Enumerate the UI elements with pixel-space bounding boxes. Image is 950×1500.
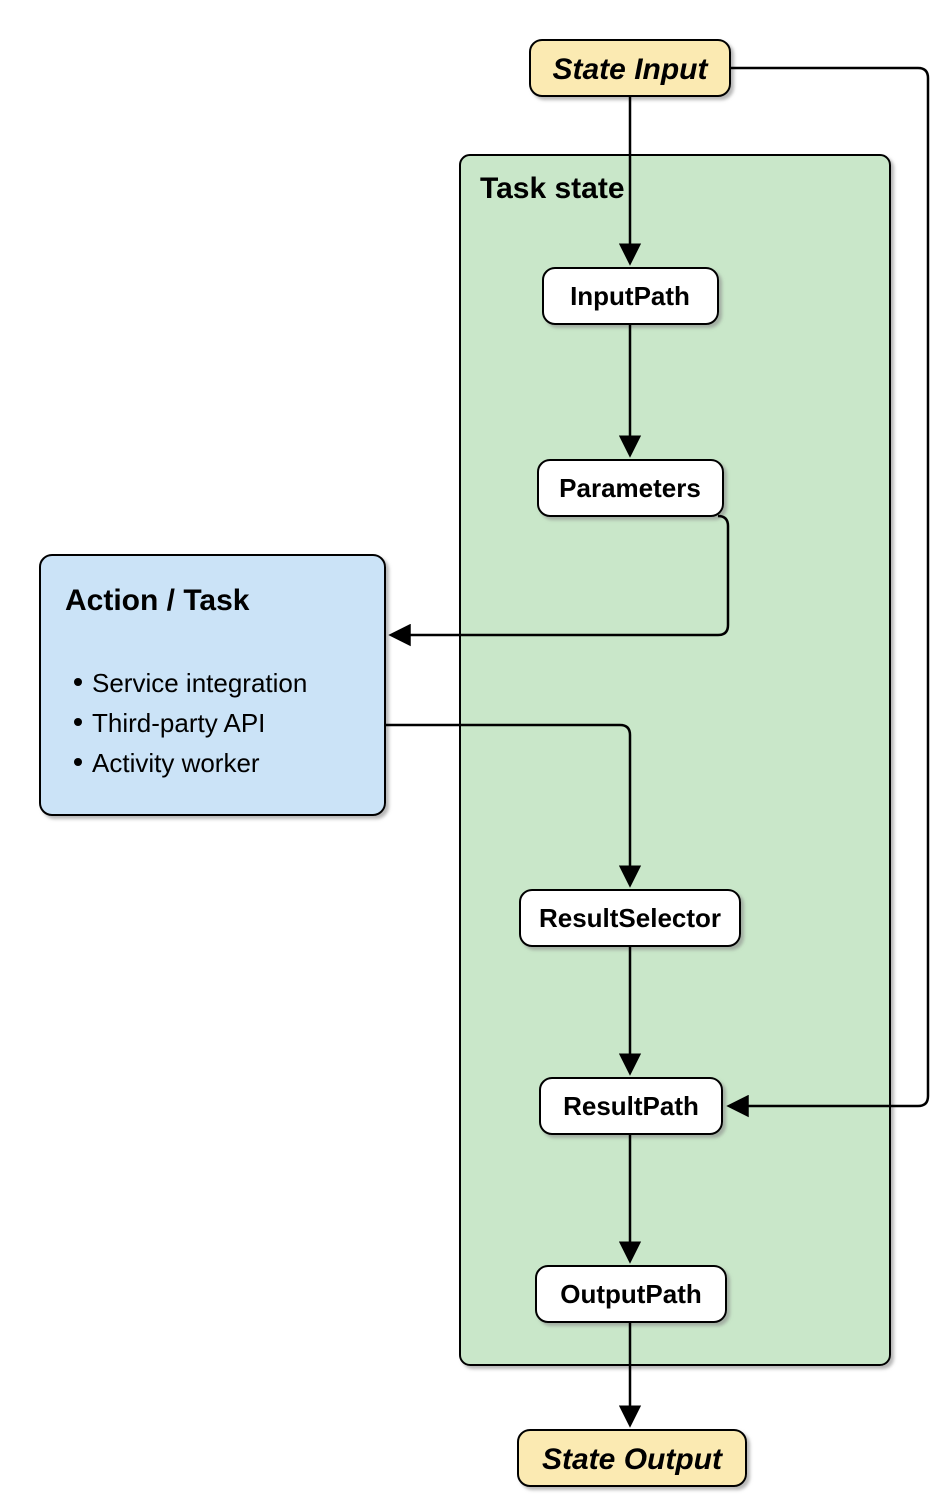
task-state-container: Task state	[460, 155, 890, 1365]
result-path-label: ResultPath	[563, 1091, 699, 1121]
action-task-bullet-1: Third-party API	[74, 708, 265, 738]
state-input-label: State Input	[553, 53, 710, 86]
state-input-box: State Input	[530, 40, 730, 96]
parameters-box: Parameters	[538, 460, 723, 516]
action-task-bullet-0-text: Service integration	[92, 668, 307, 698]
input-path-box: InputPath	[543, 268, 718, 324]
state-output-box: State Output	[518, 1430, 746, 1486]
action-task-bullet-2: Activity worker	[74, 748, 260, 778]
parameters-label: Parameters	[559, 473, 701, 503]
input-path-label: InputPath	[570, 281, 690, 311]
action-task-bullet-0: Service integration	[74, 668, 307, 698]
action-task-bullet-1-text: Third-party API	[92, 708, 265, 738]
action-task-bullet-2-text: Activity worker	[92, 748, 260, 778]
result-path-box: ResultPath	[540, 1078, 722, 1134]
task-state-title: Task state	[480, 172, 625, 205]
state-flow-diagram: Task state State Input InputPath Paramet…	[0, 0, 950, 1500]
action-task-title: Action / Task	[65, 584, 250, 617]
result-selector-box: ResultSelector	[520, 890, 740, 946]
output-path-box: OutputPath	[536, 1266, 726, 1322]
action-task-panel: Action / Task Service integration Third-…	[40, 555, 385, 815]
output-path-label: OutputPath	[560, 1279, 702, 1309]
state-output-label: State Output	[542, 1443, 724, 1476]
result-selector-label: ResultSelector	[539, 903, 721, 933]
